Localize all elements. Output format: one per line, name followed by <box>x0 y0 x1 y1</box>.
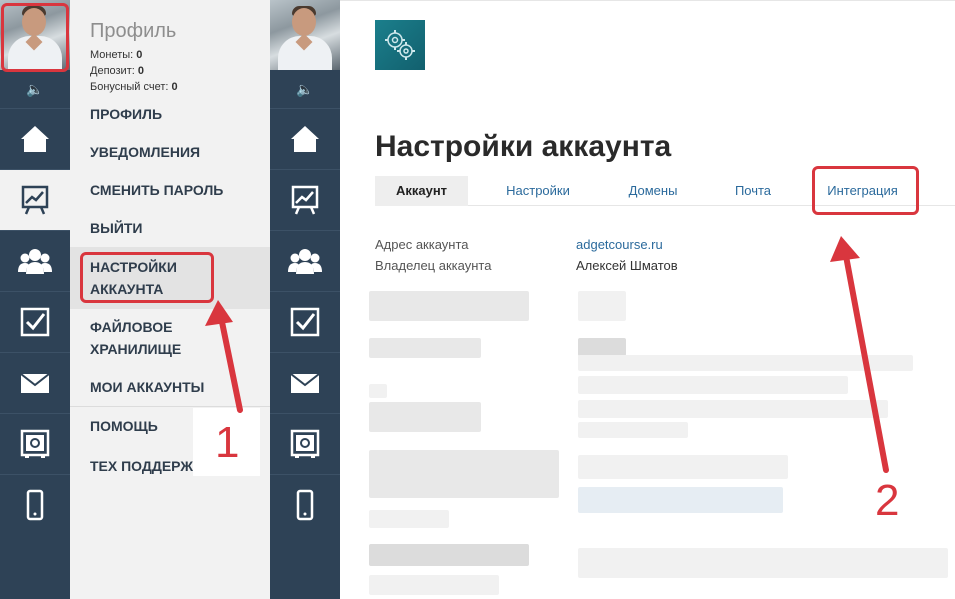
users-icon[interactable] <box>0 230 70 291</box>
tab-domains[interactable]: Домены <box>608 176 698 206</box>
menu-item-change-password[interactable]: СМЕНИТЬ ПАРОЛЬ <box>90 179 265 201</box>
bonus-stat: Бонусный счет: 0 <box>90 81 178 93</box>
home-icon[interactable] <box>0 108 70 169</box>
blurred-content <box>369 544 529 566</box>
chart-icon-2[interactable] <box>270 169 340 230</box>
gears-icon <box>385 30 415 60</box>
blurred-content <box>369 510 449 528</box>
owner-value: Алексей Шматов <box>576 258 678 273</box>
blurred-content <box>369 384 387 398</box>
blurred-content <box>369 291 529 321</box>
safe-icon-2[interactable] <box>270 413 340 474</box>
blurred-content <box>578 487 783 513</box>
avatar-2[interactable] <box>270 0 340 70</box>
step1-label: 1 <box>215 418 240 467</box>
owner-label: Владелец аккаунта <box>375 258 492 273</box>
blurred-content <box>578 400 888 418</box>
deposit-stat: Депозит: 0 <box>90 65 144 77</box>
speaker-icon[interactable]: 🔈 <box>0 70 70 108</box>
menu-divider <box>70 406 270 407</box>
top-border <box>340 0 955 1</box>
blurred-content <box>369 450 559 498</box>
school-logo[interactable] <box>375 20 425 70</box>
menu-item-file-storage[interactable]: ФАЙЛОВОЕ ХРАНИЛИЩЕ <box>90 316 210 360</box>
step2-label: 2 <box>875 476 900 525</box>
tab-mail[interactable]: Почта <box>718 176 788 206</box>
phone-icon-2[interactable] <box>270 474 340 535</box>
profile-title: Профиль <box>90 20 177 42</box>
avatar-highlight <box>1 3 69 72</box>
page-title: Настройки аккаунта <box>375 130 672 163</box>
coins-stat: Монеты: 0 <box>90 49 143 61</box>
menu-item-my-accounts[interactable]: МОИ АККАУНТЫ <box>90 376 265 398</box>
blurred-content <box>578 548 948 578</box>
menu-item-profile[interactable]: ПРОФИЛЬ <box>90 103 265 125</box>
blurred-content <box>578 355 913 371</box>
checkbox-icon-2[interactable] <box>270 291 340 352</box>
integration-highlight <box>812 166 919 215</box>
safe-icon[interactable] <box>0 413 70 474</box>
blurred-content <box>369 575 499 595</box>
address-value[interactable]: adgetcourse.ru <box>576 237 663 252</box>
speaker-icon-2[interactable]: 🔈 <box>270 70 340 108</box>
menu-item-notifications[interactable]: УВЕДОМЛЕНИЯ <box>90 141 265 163</box>
blurred-content <box>578 376 848 394</box>
blurred-content <box>578 455 788 479</box>
blurred-content <box>578 291 626 321</box>
menu-item-logout[interactable]: ВЫЙТИ <box>90 217 265 239</box>
home-icon-2[interactable] <box>270 108 340 169</box>
mail-icon-2[interactable] <box>270 352 340 413</box>
chart-icon[interactable] <box>0 169 70 230</box>
tab-settings[interactable]: Настройки <box>488 176 588 206</box>
blurred-content <box>369 338 481 358</box>
blurred-content <box>578 338 626 356</box>
users-icon-2[interactable] <box>270 230 340 291</box>
phone-icon[interactable] <box>0 474 70 535</box>
tab-account[interactable]: Аккаунт <box>375 176 468 206</box>
checkbox-icon[interactable] <box>0 291 70 352</box>
address-label: Адрес аккаунта <box>375 237 469 252</box>
account-settings-highlight <box>80 252 214 303</box>
mail-icon[interactable] <box>0 352 70 413</box>
blurred-content <box>369 402 481 432</box>
blurred-content <box>578 422 688 438</box>
